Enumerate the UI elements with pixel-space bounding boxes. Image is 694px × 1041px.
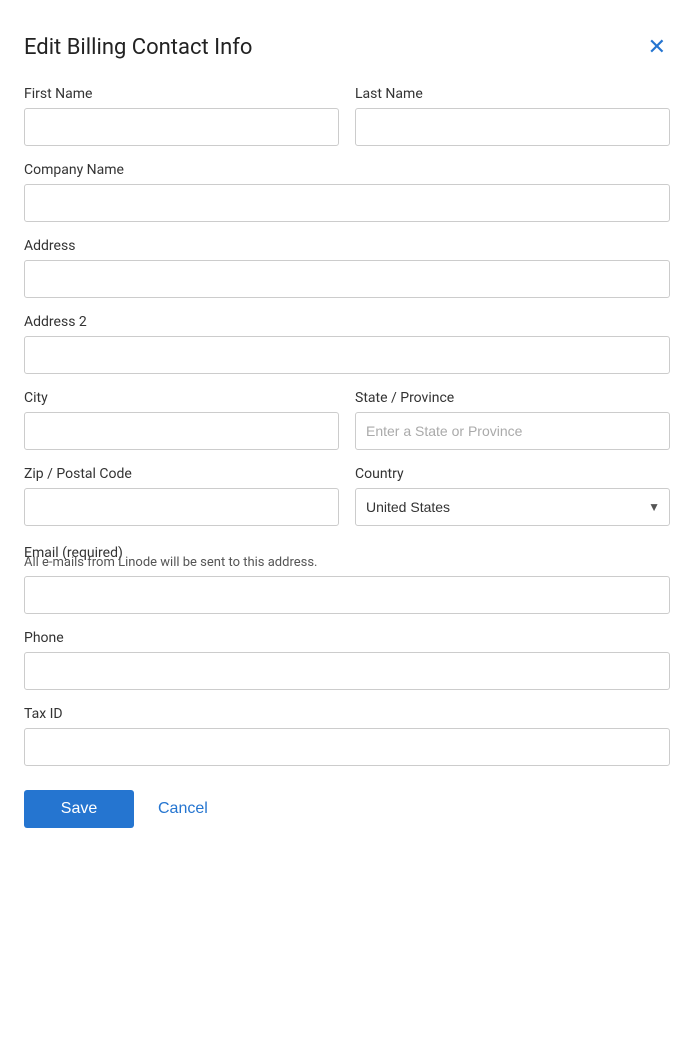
close-icon: ✕ bbox=[648, 36, 666, 58]
zip-input[interactable] bbox=[24, 488, 339, 526]
close-button[interactable]: ✕ bbox=[644, 32, 670, 62]
address2-input[interactable] bbox=[24, 336, 670, 374]
country-select[interactable]: United StatesCanadaUnited KingdomAustral… bbox=[355, 488, 670, 526]
address-group: Address bbox=[24, 238, 670, 298]
edit-billing-dialog: Edit Billing Contact Info ✕ First Name L… bbox=[24, 24, 670, 836]
state-label: State / Province bbox=[355, 390, 670, 406]
form-actions: Save Cancel bbox=[24, 790, 670, 828]
city-group: City bbox=[24, 390, 339, 450]
country-group: Country United StatesCanadaUnited Kingdo… bbox=[355, 466, 670, 526]
city-input[interactable] bbox=[24, 412, 339, 450]
state-group: State / Province bbox=[355, 390, 670, 450]
city-label: City bbox=[24, 390, 339, 406]
dialog-header: Edit Billing Contact Info ✕ bbox=[24, 32, 670, 62]
country-select-wrapper: United StatesCanadaUnited KingdomAustral… bbox=[355, 488, 670, 526]
phone-label: Phone bbox=[24, 630, 670, 646]
email-input[interactable] bbox=[24, 576, 670, 614]
email-group: Email (required) All e-mails from Linode… bbox=[24, 542, 670, 614]
cancel-button[interactable]: Cancel bbox=[158, 790, 208, 828]
state-input[interactable] bbox=[355, 412, 670, 450]
zip-label: Zip / Postal Code bbox=[24, 466, 339, 482]
dialog-title: Edit Billing Contact Info bbox=[24, 35, 252, 60]
name-row: First Name Last Name bbox=[24, 86, 670, 146]
first-name-label: First Name bbox=[24, 86, 339, 102]
last-name-group: Last Name bbox=[355, 86, 670, 146]
zip-group: Zip / Postal Code bbox=[24, 466, 339, 526]
last-name-input[interactable] bbox=[355, 108, 670, 146]
tax-id-input[interactable] bbox=[24, 728, 670, 766]
first-name-input[interactable] bbox=[24, 108, 339, 146]
country-label: Country bbox=[355, 466, 670, 482]
billing-form: First Name Last Name Company Name Addres… bbox=[24, 86, 670, 828]
phone-group: Phone bbox=[24, 630, 670, 690]
first-name-group: First Name bbox=[24, 86, 339, 146]
company-name-label: Company Name bbox=[24, 162, 670, 178]
last-name-label: Last Name bbox=[355, 86, 670, 102]
phone-input[interactable] bbox=[24, 652, 670, 690]
company-name-group: Company Name bbox=[24, 162, 670, 222]
email-note: All e-mails from Linode will be sent to … bbox=[24, 555, 670, 570]
save-button[interactable]: Save bbox=[24, 790, 134, 828]
tax-id-label: Tax ID bbox=[24, 706, 670, 722]
address-label: Address bbox=[24, 238, 670, 254]
tax-id-group: Tax ID bbox=[24, 706, 670, 766]
address-input[interactable] bbox=[24, 260, 670, 298]
company-name-input[interactable] bbox=[24, 184, 670, 222]
city-state-row: City State / Province bbox=[24, 390, 670, 450]
address2-group: Address 2 bbox=[24, 314, 670, 374]
address2-label: Address 2 bbox=[24, 314, 670, 330]
zip-country-row: Zip / Postal Code Country United StatesC… bbox=[24, 466, 670, 526]
